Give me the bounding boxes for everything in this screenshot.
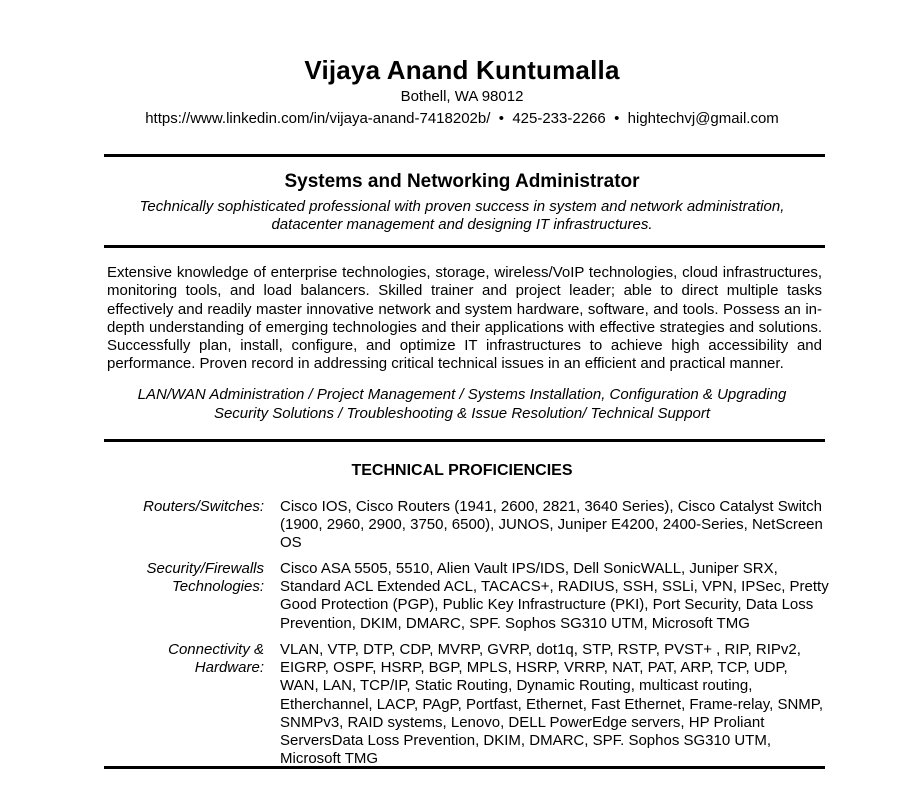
divider — [104, 245, 825, 248]
tagline: Technically sophisticated professional w… — [0, 198, 924, 234]
proficiency-label: Routers/Switches: — [104, 498, 264, 516]
skills-line: Security Solutions / Troubleshooting & I… — [213, 404, 711, 422]
candidate-location: Bothell, WA 98012 — [400, 88, 524, 105]
tagline-line: datacenter management and designing IT i… — [271, 216, 653, 233]
proficiency-value: Cisco IOS, Cisco Routers (1941, 2600, 28… — [280, 498, 823, 552]
job-title: Systems and Networking Administrator — [284, 171, 640, 192]
proficiency-value: Cisco ASA 5505, 5510, Alien Vault IPS/ID… — [280, 560, 829, 632]
label-line: Hardware: — [194, 659, 264, 677]
label-line: Routers/Switches: — [143, 498, 264, 515]
candidate-name: Vijaya Anand Kuntumalla — [304, 55, 620, 85]
proficiency-value: VLAN, VTP, DTP, CDP, MVRP, GVRP, dot1q, … — [280, 641, 824, 768]
contact-line: https://www.linkedin.com/in/vijaya-anand… — [145, 110, 779, 127]
label-line: Technologies: — [171, 578, 264, 596]
divider — [104, 154, 825, 157]
proficiency-label: Connectivity & Hardware: — [104, 641, 264, 677]
label-line: Connectivity & — [168, 641, 264, 658]
core-skills: LAN/WAN Administration / Project Managem… — [0, 386, 924, 423]
divider — [104, 439, 825, 442]
summary-paragraph: Extensive knowledge of enterprise techno… — [107, 264, 822, 373]
proficiency-label: Security/Firewalls Technologies: — [104, 560, 264, 596]
tagline-line: Technically sophisticated professional w… — [139, 198, 785, 215]
section-heading: TECHNICAL PROFICIENCIES — [351, 462, 573, 479]
label-line: Security/Firewalls — [146, 560, 264, 577]
divider — [104, 766, 825, 769]
resume-page: Vijaya Anand Kuntumalla Bothell, WA 9801… — [0, 0, 924, 791]
skills-line: LAN/WAN Administration / Project Managem… — [137, 386, 787, 403]
